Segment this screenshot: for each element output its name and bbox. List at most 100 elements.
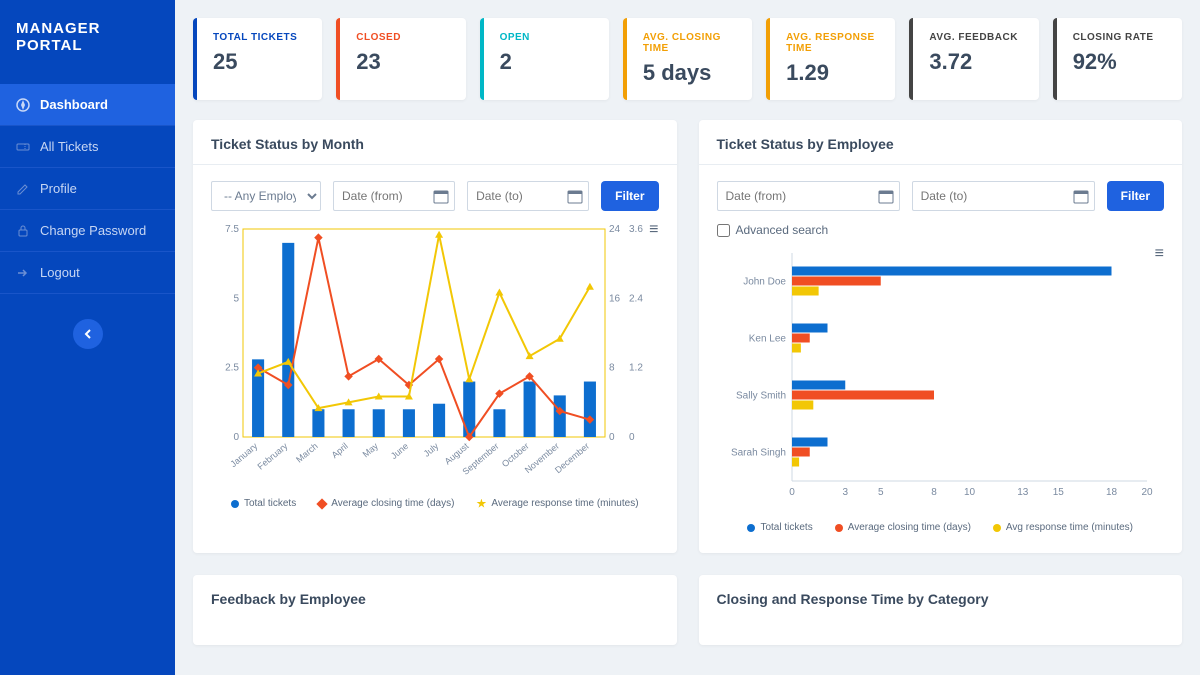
svg-text:7.5: 7.5 [225,224,239,235]
stat-value: 92% [1073,49,1168,75]
svg-text:8: 8 [931,487,937,498]
arrow-right-icon [16,266,30,280]
nav-item-profile[interactable]: Profile [0,168,175,210]
svg-text:15: 15 [1052,487,1064,498]
svg-text:10: 10 [963,487,975,498]
svg-text:0: 0 [629,432,635,443]
legend-item: Total tickets [747,522,812,533]
nav-label: Change Password [40,223,146,238]
stat-card: OPEN 2 [480,18,609,100]
nav-item-dashboard[interactable]: Dashboard [0,84,175,126]
nav-label: Logout [40,265,80,280]
svg-text:Ken Lee: Ken Lee [748,334,786,345]
svg-text:March: March [294,441,320,465]
nav-item-logout[interactable]: Logout [0,252,175,294]
card-ticket-status-month: Ticket Status by Month -- Any Employee F… [193,120,677,553]
svg-text:Sarah Singh: Sarah Singh [730,448,785,459]
legend-item: Avg response time (minutes) [993,522,1133,533]
employee-select[interactable]: -- Any Employee [211,181,321,211]
svg-text:0: 0 [609,432,615,443]
stat-label: TOTAL TICKETS [213,32,308,43]
card-feedback-employee: Feedback by Employee [193,575,677,645]
svg-text:John Doe: John Doe [743,277,786,288]
filter-button[interactable]: Filter [1107,181,1164,211]
advanced-search-toggle[interactable]: Advanced search [717,223,1165,237]
date-from-input[interactable] [333,181,455,211]
svg-text:3.6: 3.6 [629,224,643,235]
stat-value: 25 [213,49,308,75]
legend-item: Average response time (minutes) [476,498,638,509]
ticket-icon [16,140,30,154]
date-to-input[interactable] [912,181,1095,211]
card-title: Ticket Status by Month [193,120,677,164]
sidebar: MANAGER PORTAL Dashboard All Tickets Profi… [0,0,175,675]
nav-label: Dashboard [40,97,108,112]
main-content: TOTAL TICKETS 25 CLOSED 23 OPEN 2 AVG. CLOSING… [175,0,1200,675]
svg-text:20: 20 [1141,487,1153,498]
sidebar-collapse-button[interactable] [73,319,103,349]
compass-icon [16,98,30,112]
stat-card: AVG. FEEDBACK 3.72 [909,18,1038,100]
svg-text:3: 3 [842,487,848,498]
edit-icon [16,182,30,196]
stat-label: CLOSING RATE [1073,32,1168,43]
stat-label: AVG. RESPONSE TIME [786,32,881,54]
chart-employee-svg: 0 3 5 8 10 13 15 18 20 John Doe Ken Lee Sally Smith… [717,247,1157,507]
brand-title: MANAGER PORTAL [0,0,175,74]
chart-menu-icon[interactable]: ≡ [1155,249,1164,259]
svg-text:16: 16 [609,293,621,304]
nav-list: Dashboard All Tickets Profile Change Passwo… [0,84,175,294]
date-from-input[interactable] [717,181,900,211]
stat-label: CLOSED [356,32,451,43]
svg-text:5: 5 [877,487,883,498]
stat-value: 3.72 [929,49,1024,75]
svg-text:13: 13 [1017,487,1029,498]
svg-text:2.4: 2.4 [629,293,643,304]
svg-text:2.5: 2.5 [225,363,239,374]
svg-text:0: 0 [233,432,239,443]
svg-text:April: April [330,441,350,460]
svg-text:Sally Smith: Sally Smith [735,391,785,402]
legend-item: Total tickets [231,498,296,509]
svg-text:August: August [443,441,471,467]
stat-value: 5 days [643,60,738,86]
svg-text:February: February [256,441,290,472]
chevron-left-icon [83,329,93,339]
nav-item-all-tickets[interactable]: All Tickets [0,126,175,168]
nav-label: All Tickets [40,139,99,154]
lock-icon [16,224,30,238]
stat-card: AVG. RESPONSE TIME 1.29 [766,18,895,100]
stat-card: CLOSED 23 [336,18,465,100]
nav-label: Profile [40,181,77,196]
stat-label: AVG. FEEDBACK [929,32,1024,43]
chart-month: ≡ 02.557.508162401.22.43.6JanuaryFebruar… [211,223,659,488]
svg-text:8: 8 [609,363,615,374]
chart-month-svg: 02.557.508162401.22.43.6JanuaryFebruaryM… [211,223,651,483]
svg-text:0: 0 [789,487,795,498]
svg-text:June: June [389,441,410,461]
card-ticket-status-employee: Ticket Status by Employee Filter Advance… [699,120,1183,553]
card-closing-response-category: Closing and Response Time by Category [699,575,1183,645]
chart-menu-icon[interactable]: ≡ [649,225,658,235]
stat-value: 1.29 [786,60,881,86]
svg-text:May: May [361,441,381,460]
svg-text:July: July [422,441,441,459]
stat-card: CLOSING RATE 92% [1053,18,1182,100]
stat-value: 23 [356,49,451,75]
legend-item: Average closing time (days) [835,522,971,533]
svg-text:18: 18 [1105,487,1117,498]
svg-text:1.2: 1.2 [629,363,643,374]
advanced-search-checkbox[interactable] [717,224,730,237]
chart-employee: ≡ 0 3 5 8 10 13 15 18 20 John Doe Ken Lee Sally Smi… [717,247,1165,512]
nav-item-change-password[interactable]: Change Password [0,210,175,252]
stat-card: AVG. CLOSING TIME 5 days [623,18,752,100]
stat-card: TOTAL TICKETS 25 [193,18,322,100]
svg-text:24: 24 [609,224,621,235]
card-title: Ticket Status by Employee [699,120,1183,164]
stat-value: 2 [500,49,595,75]
filter-button[interactable]: Filter [601,181,658,211]
svg-text:5: 5 [233,293,239,304]
date-to-input[interactable] [467,181,589,211]
stat-label: AVG. CLOSING TIME [643,32,738,54]
stat-label: OPEN [500,32,595,43]
